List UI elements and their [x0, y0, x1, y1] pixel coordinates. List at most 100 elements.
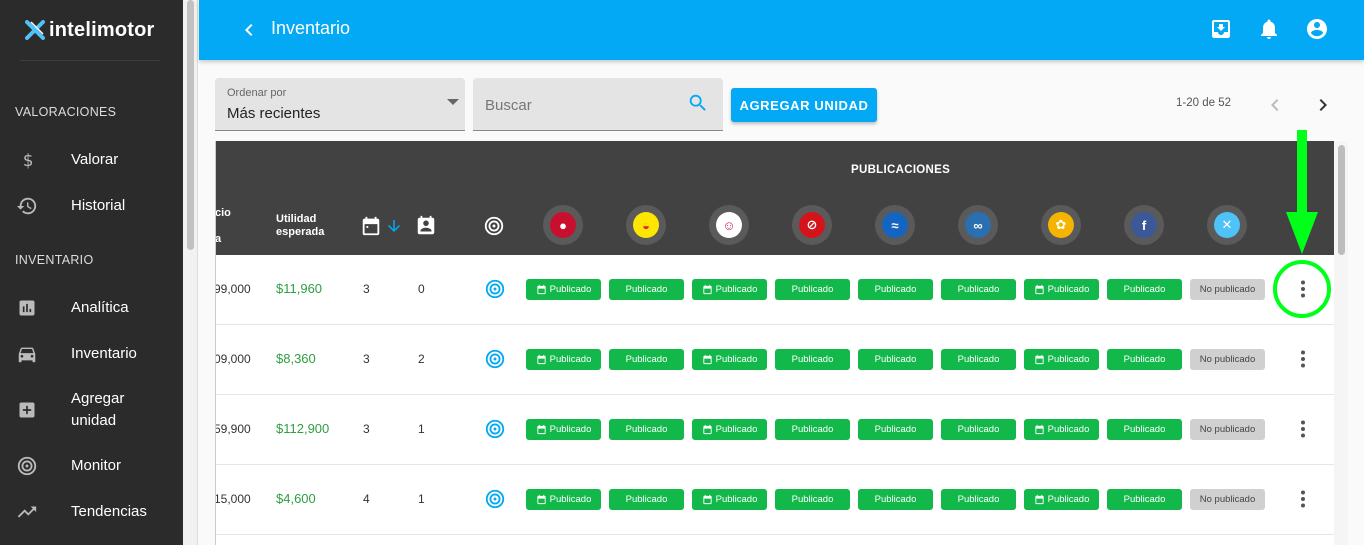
publication-status-badge[interactable]: Publicado — [692, 279, 767, 300]
publication-status-badge[interactable]: Publicado — [1107, 419, 1182, 440]
sidebar-item-agregar-unidad[interactable]: Agregar unidad — [0, 388, 183, 432]
sidebar-item-label: Monitor — [71, 457, 122, 474]
publication-status-badge[interactable]: No publicado — [1190, 279, 1265, 300]
sort-label: Ordenar por — [227, 87, 287, 99]
publication-status-badge[interactable]: Publicado — [526, 349, 601, 370]
monitor-icon[interactable] — [484, 418, 506, 440]
publication-status-badge[interactable]: Publicado — [941, 489, 1016, 510]
brand-logo[interactable]: intelimotor — [25, 18, 155, 42]
status-label: Publicado — [791, 354, 834, 365]
search-icon[interactable] — [687, 92, 709, 114]
calendar-icon — [703, 494, 712, 505]
table-row[interactable]: 59,900 $112,900 3 1 Publicado Publicado Public… — [216, 395, 1334, 465]
publication-status-badge[interactable]: Publicado — [1024, 419, 1099, 440]
publication-status-badge[interactable]: Publicado — [609, 279, 684, 300]
publication-status-badge[interactable]: Publicado — [941, 279, 1016, 300]
platform-intelimotor-icon[interactable]: ✕ — [1207, 205, 1247, 245]
publication-status-badge[interactable]: Publicado — [1107, 489, 1182, 510]
publication-status-badge[interactable]: Publicado — [858, 489, 933, 510]
publication-status-badge[interactable]: Publicado — [858, 349, 933, 370]
publication-status-badge[interactable]: Publicado — [1024, 489, 1099, 510]
more-vert-icon[interactable] — [1291, 347, 1315, 371]
more-vert-icon[interactable] — [1291, 487, 1315, 511]
sidebar-item-historial[interactable]: Historial — [0, 195, 183, 217]
next-page-icon[interactable] — [1311, 93, 1335, 117]
table-row[interactable]: 09,000 $8,360 3 2 Publicado Publicado Publicad… — [216, 325, 1334, 395]
search-field[interactable] — [473, 78, 723, 131]
search-input[interactable] — [485, 94, 675, 116]
monitor-icon[interactable] — [484, 278, 506, 300]
publication-status-badge[interactable]: Publicado — [858, 279, 933, 300]
platform-platform-3-icon[interactable]: ☺ — [709, 205, 749, 245]
calendar-icon[interactable] — [360, 215, 382, 237]
status-label: Publicado — [874, 284, 917, 295]
sidebar-scrollbar[interactable] — [183, 0, 198, 545]
monitor-icon[interactable] — [484, 348, 506, 370]
sidebar-item-inventario[interactable]: Inventario — [0, 343, 183, 365]
monitor-icon[interactable] — [483, 215, 505, 237]
monitor-icon[interactable] — [484, 488, 506, 510]
publication-status-badge[interactable]: Publicado — [609, 489, 684, 510]
publication-status-badge[interactable]: Publicado — [692, 419, 767, 440]
account-icon[interactable] — [1305, 17, 1329, 41]
publication-status-badge[interactable]: No publicado — [1190, 489, 1265, 510]
publication-status-badge[interactable]: Publicado — [941, 419, 1016, 440]
publication-status-badge[interactable]: Publicado — [775, 489, 850, 510]
scrollbar-thumb[interactable] — [187, 0, 194, 250]
publication-status-badge[interactable]: Publicado — [1107, 279, 1182, 300]
pagination-range: 1-20 de 52 — [1176, 97, 1231, 109]
more-vert-icon[interactable] — [1291, 417, 1315, 441]
sidebar-item-valorar[interactable]: $ Valorar — [0, 149, 183, 171]
sidebar-item-analitica[interactable]: Analítica — [0, 297, 183, 319]
car-icon — [16, 343, 38, 365]
publication-status-badge[interactable]: Publicado — [775, 349, 850, 370]
platform-platform-6-icon[interactable]: ∞ — [958, 205, 998, 245]
platform-facebook-icon[interactable]: f — [1124, 205, 1164, 245]
download-icon[interactable] — [1209, 17, 1233, 41]
col-utilidad-header[interactable]: Utilidad esperada — [276, 213, 336, 239]
dollar-icon: $ — [16, 149, 38, 171]
publication-status-badge[interactable]: Publicado — [609, 349, 684, 370]
platform-platform-5-icon[interactable]: ≈ — [875, 205, 915, 245]
platform-logo-icon: ✕ — [1214, 212, 1240, 238]
sort-select[interactable]: Ordenar por Más recientes — [215, 78, 465, 131]
back-icon[interactable] — [237, 18, 261, 42]
publication-status-badge[interactable]: Publicado — [526, 419, 601, 440]
add-unit-button[interactable]: AGREGAR UNIDAD — [731, 88, 877, 122]
bell-icon[interactable] — [1257, 17, 1281, 41]
publication-status-badge[interactable]: Publicado — [858, 419, 933, 440]
sidebar-item-tendencias[interactable]: Tendencias — [0, 501, 183, 523]
status-label: No publicado — [1199, 354, 1256, 365]
contacts-icon[interactable] — [415, 215, 437, 237]
publication-status-badge[interactable]: Publicado — [941, 349, 1016, 370]
publication-status-badge[interactable]: Publicado — [692, 489, 767, 510]
status-label: Publicado — [715, 284, 758, 295]
platform-platform-2-icon[interactable]: ◒ — [626, 205, 666, 245]
sidebar-item-monitor[interactable]: Monitor — [0, 455, 183, 477]
publication-status-badge[interactable]: Publicado — [1024, 279, 1099, 300]
publication-status-badge[interactable]: No publicado — [1190, 349, 1265, 370]
add-box-icon — [16, 399, 38, 421]
platform-platform-4-icon[interactable]: ⊘ — [792, 205, 832, 245]
status-label: Publicado — [1047, 284, 1090, 295]
publication-status-badge[interactable]: No publicado — [1190, 419, 1265, 440]
platform-platform-1-icon[interactable]: ● — [543, 205, 583, 245]
publication-status-badge[interactable]: Publicado — [1107, 349, 1182, 370]
table-scrollbar[interactable] — [1334, 141, 1348, 545]
publication-status-badge[interactable]: Publicado — [1024, 349, 1099, 370]
publication-status-badge[interactable]: Publicado — [692, 349, 767, 370]
calendar-icon — [537, 284, 546, 295]
publication-status-badge[interactable]: Publicado — [526, 279, 601, 300]
platform-platform-7-icon[interactable]: ✿ — [1041, 205, 1081, 245]
publication-status-badge[interactable]: Publicado — [609, 419, 684, 440]
scrollbar-thumb[interactable] — [1338, 145, 1345, 255]
publication-status-badge[interactable]: Publicado — [775, 419, 850, 440]
table-row[interactable]: 15,000 $4,600 4 1 Publicado Publicado Publicad… — [216, 465, 1334, 535]
publication-status-badge[interactable]: Publicado — [775, 279, 850, 300]
status-label: Publicado — [874, 494, 917, 505]
prev-page-icon[interactable] — [1263, 93, 1287, 117]
table-row[interactable]: 99,000 $11,960 3 0 Publicado Publicado Publica… — [216, 255, 1334, 325]
contacts-cell: 2 — [418, 352, 425, 366]
publication-status-badge[interactable]: Publicado — [526, 489, 601, 510]
sort-arrow-down-icon[interactable] — [385, 217, 403, 235]
